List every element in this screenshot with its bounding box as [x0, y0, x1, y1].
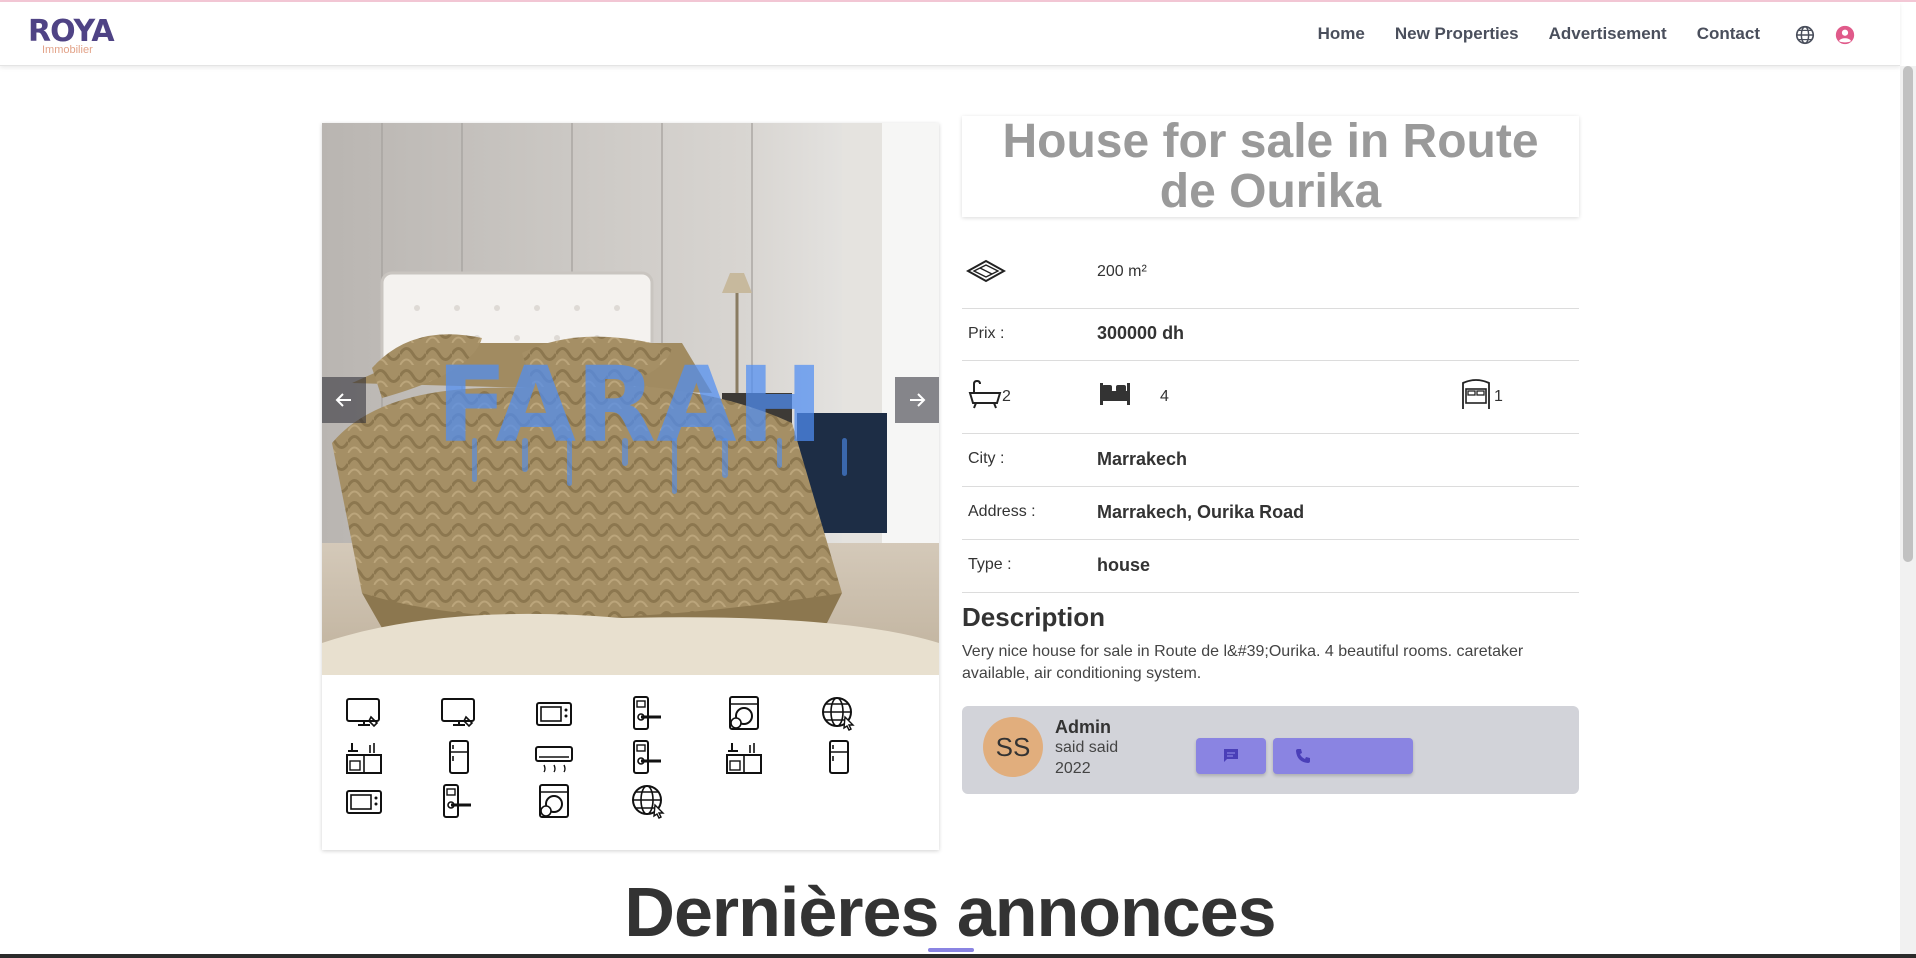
amenities-grid [344, 695, 904, 819]
heading-underline [928, 948, 974, 952]
city-value: Marrakech [1097, 449, 1188, 469]
washing-machine-icon [729, 696, 759, 730]
latest-listings-heading: Dernières annonces [624, 873, 1276, 951]
address-value: Marrakech, Ourika Road [1097, 502, 1305, 522]
call-button[interactable] [1273, 738, 1413, 774]
phone-icon [1296, 749, 1310, 763]
arrow-right-icon [910, 393, 926, 407]
city-label: City : [968, 450, 1005, 467]
bedrooms-count: 4 [1160, 388, 1169, 405]
price-row: Prix : 300000 dh [962, 309, 1579, 361]
description-heading: Description [962, 602, 1106, 632]
kitchen-icon [346, 743, 382, 774]
smart-tv-icon [346, 698, 380, 728]
fridge-icon [829, 740, 849, 774]
address-row: Address : Marrakech, Ourika Road [962, 487, 1579, 540]
type-row: Type : house [962, 540, 1579, 593]
kitchen-icon [726, 743, 762, 774]
smart-lock-icon [443, 784, 471, 818]
area-value: 200 m² [1097, 263, 1147, 280]
wifi-globe-icon [632, 785, 665, 819]
city-row: City : Marrakech [962, 434, 1579, 487]
property-details: 200 m² Prix : 300000 dh 2 4 1 City : Mar… [962, 240, 1579, 593]
agent-subtitle: said said [1055, 739, 1119, 756]
watermark-text: FARAH [436, 344, 823, 466]
fridge-icon [449, 740, 469, 774]
microwave-icon [536, 702, 572, 726]
gallery-card: FARAH [322, 123, 939, 850]
avatar: SS [983, 717, 1043, 777]
price-label: Prix : [968, 325, 1005, 342]
nav-advertisement[interactable]: Advertisement [1549, 24, 1667, 44]
main-nav: Home New Properties Advertisement Contac… [1318, 24, 1760, 44]
price-value: 300000 dh [1097, 323, 1185, 343]
smart-lock-icon [633, 696, 661, 730]
type-value: house [1097, 555, 1151, 575]
agent-card: SS Admin said said 2022 [962, 706, 1579, 794]
address-label: Address : [968, 503, 1036, 520]
nav-home[interactable]: Home [1318, 24, 1365, 44]
gallery-next-button[interactable] [895, 377, 939, 423]
title-card: House for sale in Route de Ourika [962, 116, 1579, 217]
user-account-icon[interactable] [1834, 24, 1856, 46]
chat-icon [1224, 749, 1238, 762]
rooms-count: 1 [1494, 388, 1503, 405]
type-label: Type : [968, 556, 1012, 573]
logo[interactable]: ROYA Immobilier [28, 14, 115, 58]
bathtub-icon [968, 379, 1002, 409]
nav-new-properties[interactable]: New Properties [1395, 24, 1519, 44]
bedroom-photo-illustration: FARAH [322, 123, 939, 675]
logo-subtext: Immobilier [42, 44, 93, 56]
property-photo: FARAH [322, 123, 939, 675]
header: ROYA Immobilier Home New Properties Adve… [0, 2, 1900, 66]
nav-contact[interactable]: Contact [1697, 24, 1760, 44]
room-bed-icon [1462, 379, 1490, 409]
scrollbar-thumb[interactable] [1903, 66, 1913, 562]
microwave-icon [346, 790, 382, 814]
floor-plan-icon [966, 259, 1006, 283]
smart-tv-icon [441, 698, 475, 728]
air-conditioner-icon [535, 746, 573, 773]
agent-name: Admin [1055, 717, 1111, 737]
washing-machine-icon [539, 784, 569, 818]
page-scrollbar[interactable] [1900, 66, 1916, 958]
message-button[interactable] [1196, 738, 1266, 774]
agent-year: 2022 [1055, 760, 1091, 777]
property-title: House for sale in Route de Ourika [1002, 114, 1539, 218]
wifi-globe-icon [822, 697, 855, 731]
description-text: Very nice house for sale in Route de l&#… [962, 643, 1524, 682]
gallery-prev-button[interactable] [322, 377, 366, 423]
listing-strip-edge [0, 954, 1916, 958]
language-globe-icon[interactable] [1794, 24, 1816, 46]
area-row: 200 m² [962, 240, 1579, 309]
bathrooms-count: 2 [1002, 388, 1011, 405]
bed-icon [1100, 383, 1130, 405]
smart-lock-icon [633, 740, 661, 774]
rooms-row: 2 4 1 [962, 361, 1579, 434]
arrow-left-icon [335, 393, 351, 407]
